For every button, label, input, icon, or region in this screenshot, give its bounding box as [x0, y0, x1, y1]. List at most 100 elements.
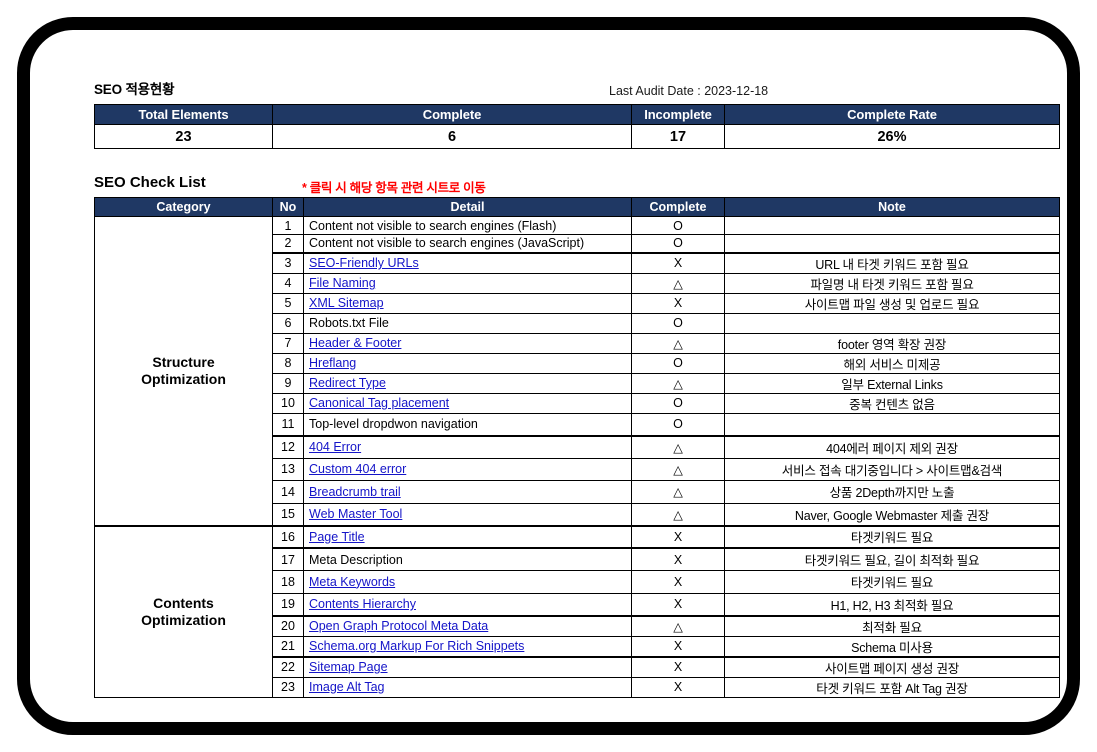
complete-status-cell: △ [631, 480, 725, 504]
complete-status-cell: X [631, 570, 725, 594]
checklist-body: Structure Optimization 1 Content not visibl… [94, 216, 1060, 698]
row-number-cell: 5 [272, 292, 304, 314]
detail-link[interactable]: SEO-Friendly URLs [309, 256, 419, 270]
detail-link[interactable]: XML Sitemap [309, 296, 384, 310]
detail-link[interactable]: Breadcrumb trail [309, 485, 401, 499]
complete-status-cell: △ [631, 614, 725, 637]
note-cell: Naver, Google Webmaster 제출 권장 [724, 502, 1060, 526]
checklist-hint-note: * 클릭 시 해당 항목 관련 시트로 이동 [302, 181, 486, 195]
note-cell: 404에러 페이지 제외 권장 [724, 434, 1060, 459]
detail-cell[interactable]: Web Master Tool [303, 502, 632, 526]
detail-cell[interactable]: Contents Hierarchy [303, 592, 632, 616]
note-cell: 사이트맵 파일 생성 및 업로드 필요 [724, 292, 1060, 314]
row-number-cell: 15 [272, 502, 304, 526]
complete-status-cell: △ [631, 502, 725, 526]
detail-link[interactable]: File Naming [309, 276, 376, 290]
note-cell: 중복 컨텐츠 없음 [724, 392, 1060, 414]
complete-status-cell: X [631, 547, 725, 571]
detail-cell: Meta Description [303, 547, 632, 571]
category-label-line1: Structure [152, 353, 215, 370]
detail-cell[interactable]: Meta Keywords [303, 570, 632, 594]
complete-status-cell: O [631, 392, 725, 414]
detail-link[interactable]: Web Master Tool [309, 507, 402, 521]
detail-cell[interactable]: Sitemap Page [303, 655, 632, 678]
detail-link[interactable]: Page Title [309, 530, 365, 544]
complete-status-cell: △ [631, 457, 725, 481]
checklist-header-row: SEO Check List * 클릭 시 해당 항목 관련 시트로 이동 [94, 172, 1059, 197]
detail-cell[interactable]: Custom 404 error [303, 457, 632, 481]
detail-link[interactable]: 404 Error [309, 440, 361, 454]
row-number-cell: 1 [272, 216, 304, 235]
summary-col-total-elements: Total Elements [94, 104, 273, 125]
detail-text: Content not visible to search engines (J… [309, 236, 585, 251]
checklist-col-detail: Detail [303, 197, 632, 217]
detail-link[interactable]: Schema.org Markup For Rich Snippets [309, 639, 524, 653]
row-number-cell: 9 [272, 372, 304, 394]
checklist-col-note: Note [724, 197, 1060, 217]
detail-link[interactable]: Contents Hierarchy [309, 597, 416, 611]
complete-status-cell: O [631, 216, 725, 235]
note-cell: 상품 2Depth까지만 노출 [724, 480, 1060, 504]
complete-status-cell: X [631, 251, 725, 274]
detail-cell[interactable]: File Naming [303, 272, 632, 294]
detail-link[interactable]: Hreflang [309, 356, 356, 370]
row-number-cell: 18 [272, 570, 304, 594]
detail-cell: Top-level dropdwon navigation [303, 412, 632, 436]
note-cell: 일부 External Links [724, 372, 1060, 394]
summary-table: Total Elements Complete Incomplete Compl… [94, 104, 1060, 149]
complete-status-cell: O [631, 312, 725, 334]
detail-cell[interactable]: Hreflang [303, 352, 632, 374]
detail-cell[interactable]: XML Sitemap [303, 292, 632, 314]
checklist-col-no: No [272, 197, 304, 217]
summary-header-row: SEO 적용현황 Last Audit Date : 2023-12-18 [94, 80, 1059, 102]
detail-link[interactable]: Sitemap Page [309, 660, 388, 674]
detail-link[interactable]: Open Graph Protocol Meta Data [309, 619, 488, 633]
note-cell: footer 영역 확장 권장 [724, 332, 1060, 354]
summary-value-complete: 6 [272, 124, 632, 149]
detail-cell[interactable]: Header & Footer [303, 332, 632, 354]
detail-cell[interactable]: SEO-Friendly URLs [303, 251, 632, 274]
summary-value-complete-rate: 26% [724, 124, 1060, 149]
detail-cell[interactable]: Open Graph Protocol Meta Data [303, 614, 632, 637]
detail-cell[interactable]: Breadcrumb trail [303, 480, 632, 504]
detail-cell[interactable]: Canonical Tag placement [303, 392, 632, 414]
last-audit-date: Last Audit Date : 2023-12-18 [609, 84, 769, 98]
row-number-cell: 6 [272, 312, 304, 334]
row-number-cell: 3 [272, 251, 304, 274]
table-row: Contents Optimization 16 Page Title X 타겟키워드 필… [94, 524, 1060, 698]
detail-cell[interactable]: 404 Error [303, 434, 632, 459]
detail-link[interactable]: Canonical Tag placement [309, 396, 449, 410]
detail-link[interactable]: Custom 404 error [309, 462, 406, 476]
row-number-cell: 14 [272, 480, 304, 504]
detail-cell[interactable]: Page Title [303, 524, 632, 549]
detail-link[interactable]: Header & Footer [309, 336, 401, 350]
detail-text: Meta Description [309, 552, 403, 567]
row-number-cell: 10 [272, 392, 304, 414]
row-number-cell: 19 [272, 592, 304, 616]
detail-cell: Content not visible to search engines (J… [303, 234, 632, 253]
detail-cell: Content not visible to search engines (F… [303, 216, 632, 235]
complete-status-cell: △ [631, 372, 725, 394]
detail-cell[interactable]: Redirect Type [303, 372, 632, 394]
detail-link[interactable]: Image Alt Tag [309, 680, 385, 694]
row-number-cell: 8 [272, 352, 304, 374]
row-number-cell: 7 [272, 332, 304, 354]
detail-cell[interactable]: Image Alt Tag [303, 676, 632, 698]
summary-title: SEO 적용현황 [94, 82, 175, 97]
category-label-line1: Contents [153, 594, 214, 611]
note-cell: 타겟 키워드 포함 Alt Tag 권장 [724, 676, 1060, 698]
detail-link[interactable]: Redirect Type [309, 376, 386, 390]
row-number-cell: 21 [272, 635, 304, 657]
checklist-col-complete: Complete [631, 197, 725, 217]
summary-value-total-elements: 23 [94, 124, 273, 149]
note-cell: 파일명 내 타겟 키워드 포함 필요 [724, 272, 1060, 294]
complete-status-cell: X [631, 635, 725, 657]
complete-status-cell: O [631, 352, 725, 374]
detail-link[interactable]: Meta Keywords [309, 575, 395, 589]
checklist-title: SEO Check List [94, 174, 206, 191]
row-number-cell: 11 [272, 412, 304, 436]
detail-cell[interactable]: Schema.org Markup For Rich Snippets [303, 635, 632, 657]
category-cell: Structure Optimization [94, 216, 273, 526]
note-cell: 서비스 접속 대기중입니다 > 사이트맵&검색 [724, 457, 1060, 481]
row-number-cell: 22 [272, 655, 304, 678]
